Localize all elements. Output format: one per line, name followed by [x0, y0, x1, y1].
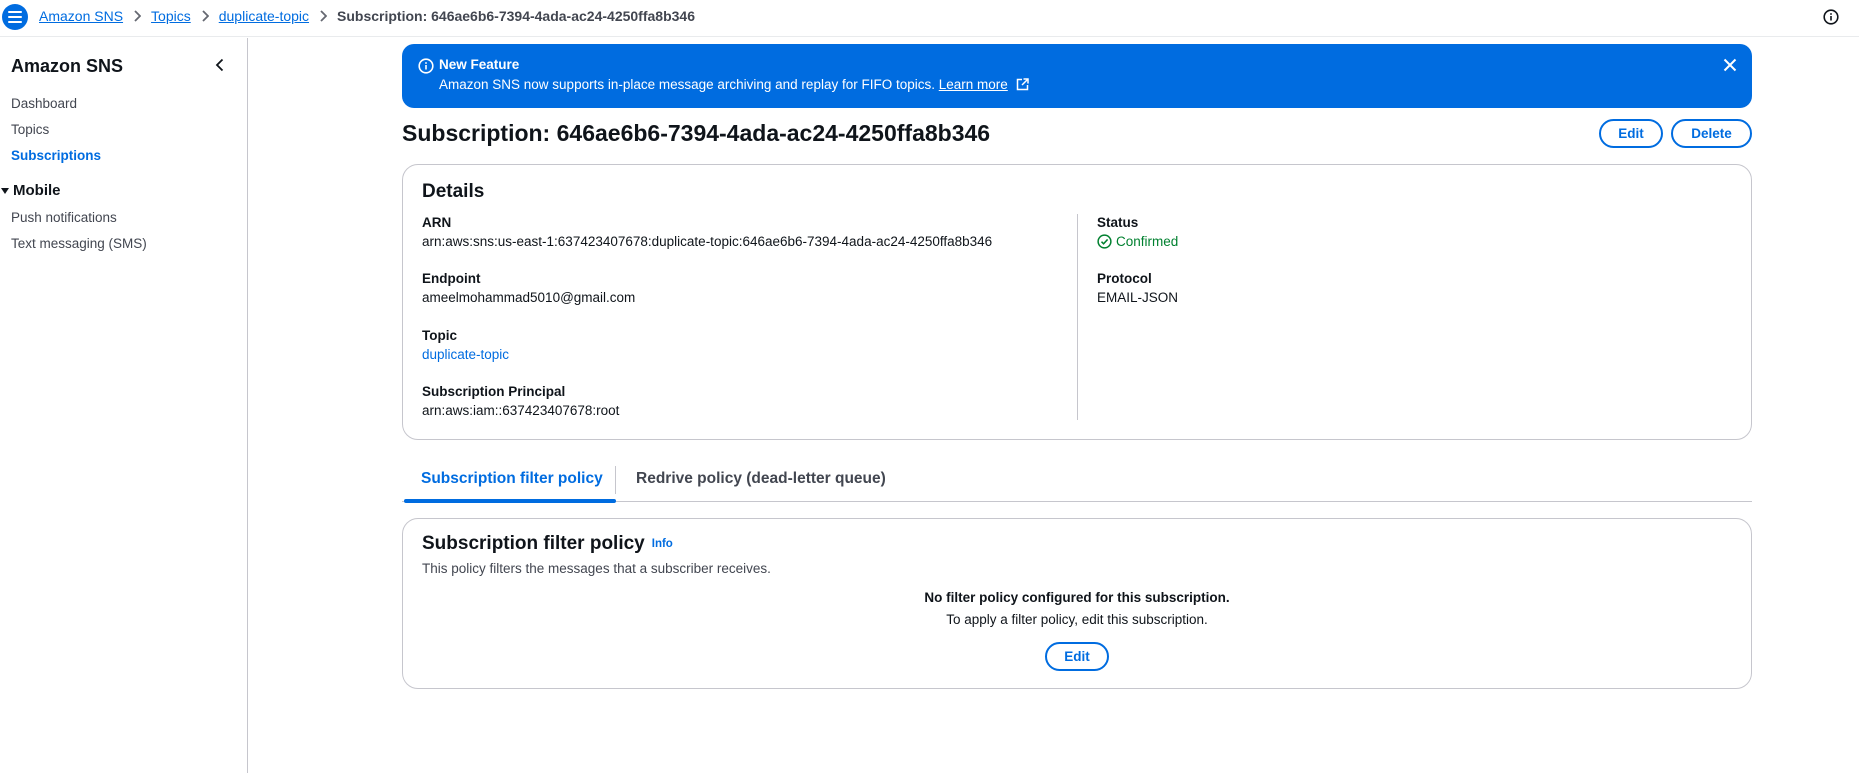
sidebar-item-text-messaging[interactable]: Text messaging (SMS): [11, 236, 147, 251]
banner-title: New Feature: [439, 57, 520, 72]
check-circle-icon: [1097, 234, 1112, 249]
sidebar-section-label: Mobile: [13, 182, 61, 199]
sidebar-section-mobile[interactable]: Mobile: [0, 182, 61, 199]
endpoint-label: Endpoint: [422, 271, 481, 286]
empty-state-message: To apply a filter policy, edit this subs…: [946, 612, 1208, 627]
filter-policy-description: This policy filters the messages that a …: [422, 561, 771, 576]
delete-button[interactable]: Delete: [1671, 119, 1752, 148]
top-navigation-bar: Amazon SNS Topics duplicate-topic Subscr…: [0, 0, 1859, 37]
chevron-right-icon: [201, 10, 209, 22]
page-title: Subscription: 646ae6b6-7394-4ada-ac24-42…: [402, 120, 991, 146]
edit-filter-policy-button[interactable]: Edit: [1045, 642, 1109, 671]
breadcrumb-amazon-sns[interactable]: Amazon SNS: [39, 8, 123, 24]
protocol-label: Protocol: [1097, 271, 1152, 286]
breadcrumb-duplicate-topic[interactable]: duplicate-topic: [219, 8, 309, 24]
tab-redrive-policy[interactable]: Redrive policy (dead-letter queue): [636, 470, 886, 488]
endpoint-value: ameelmohammad5010@gmail.com: [422, 290, 636, 305]
breadcrumb-topics[interactable]: Topics: [151, 8, 191, 24]
chevron-right-icon: [319, 10, 328, 22]
status-value: Confirmed: [1116, 234, 1179, 249]
tab-list: Subscription filter policy Redrive polic…: [402, 462, 1752, 503]
breadcrumb: Amazon SNS Topics duplicate-topic Subscr…: [39, 8, 695, 24]
sidebar-item-topics[interactable]: Topics: [11, 122, 49, 137]
learn-more-link[interactable]: Learn more: [939, 77, 1008, 92]
info-link[interactable]: Info: [652, 538, 673, 550]
details-heading: Details: [422, 181, 485, 202]
status-label: Status: [1097, 215, 1139, 230]
sidebar-title[interactable]: Amazon SNS: [11, 56, 123, 77]
info-icon: [418, 58, 434, 77]
menu-toggle-button[interactable]: [2, 4, 28, 30]
filter-policy-title: Subscription filter policy: [422, 533, 645, 554]
arn-label: ARN: [422, 215, 452, 230]
sidebar-item-subscriptions[interactable]: Subscriptions: [11, 148, 101, 163]
protocol-value: EMAIL-JSON: [1097, 290, 1179, 305]
banner-message: Amazon SNS now supports in-place message…: [439, 77, 935, 92]
filter-policy-heading: Subscription filter policy Info: [422, 533, 673, 555]
arn-value: arn:aws:sns:us-east-1:637423407678:dupli…: [422, 234, 993, 249]
sidebar-item-dashboard[interactable]: Dashboard: [11, 96, 77, 111]
side-navigation: Amazon SNS Dashboard Topics Subscription…: [0, 38, 248, 773]
close-icon[interactable]: [1722, 57, 1738, 76]
menu-icon: [8, 11, 22, 23]
topic-link[interactable]: duplicate-topic: [422, 347, 509, 362]
subscription-principal-value: arn:aws:iam::637423407678:root: [422, 403, 620, 418]
banner-message-row: Amazon SNS now supports in-place message…: [439, 77, 1029, 94]
edit-button[interactable]: Edit: [1599, 119, 1663, 148]
topic-label: Topic: [422, 328, 457, 343]
caret-down-icon: [1, 187, 9, 194]
active-tab-indicator: [404, 499, 616, 503]
status-indicator: Confirmed: [1097, 234, 1178, 249]
feature-notification-banner: New Feature Amazon SNS now supports in-p…: [402, 44, 1752, 108]
external-link-icon: [1016, 78, 1029, 94]
chevron-right-icon: [133, 10, 142, 22]
info-icon[interactable]: [1823, 9, 1839, 28]
column-divider: [1077, 214, 1078, 420]
sidebar-item-push-notifications[interactable]: Push notifications: [11, 210, 117, 225]
tab-subscription-filter-policy[interactable]: Subscription filter policy: [421, 470, 603, 488]
tab-divider: [615, 466, 616, 494]
empty-state-title: No filter policy configured for this sub…: [924, 590, 1230, 605]
chevron-left-icon[interactable]: [212, 57, 228, 76]
breadcrumb-current: Subscription: 646ae6b6-7394-4ada-ac24-42…: [337, 8, 695, 24]
filter-policy-container: Subscription filter policy Info This poli…: [402, 518, 1752, 689]
details-container: Details ARN arn:aws:sns:us-east-1:637423…: [402, 164, 1752, 440]
subscription-principal-label: Subscription Principal: [422, 384, 566, 399]
